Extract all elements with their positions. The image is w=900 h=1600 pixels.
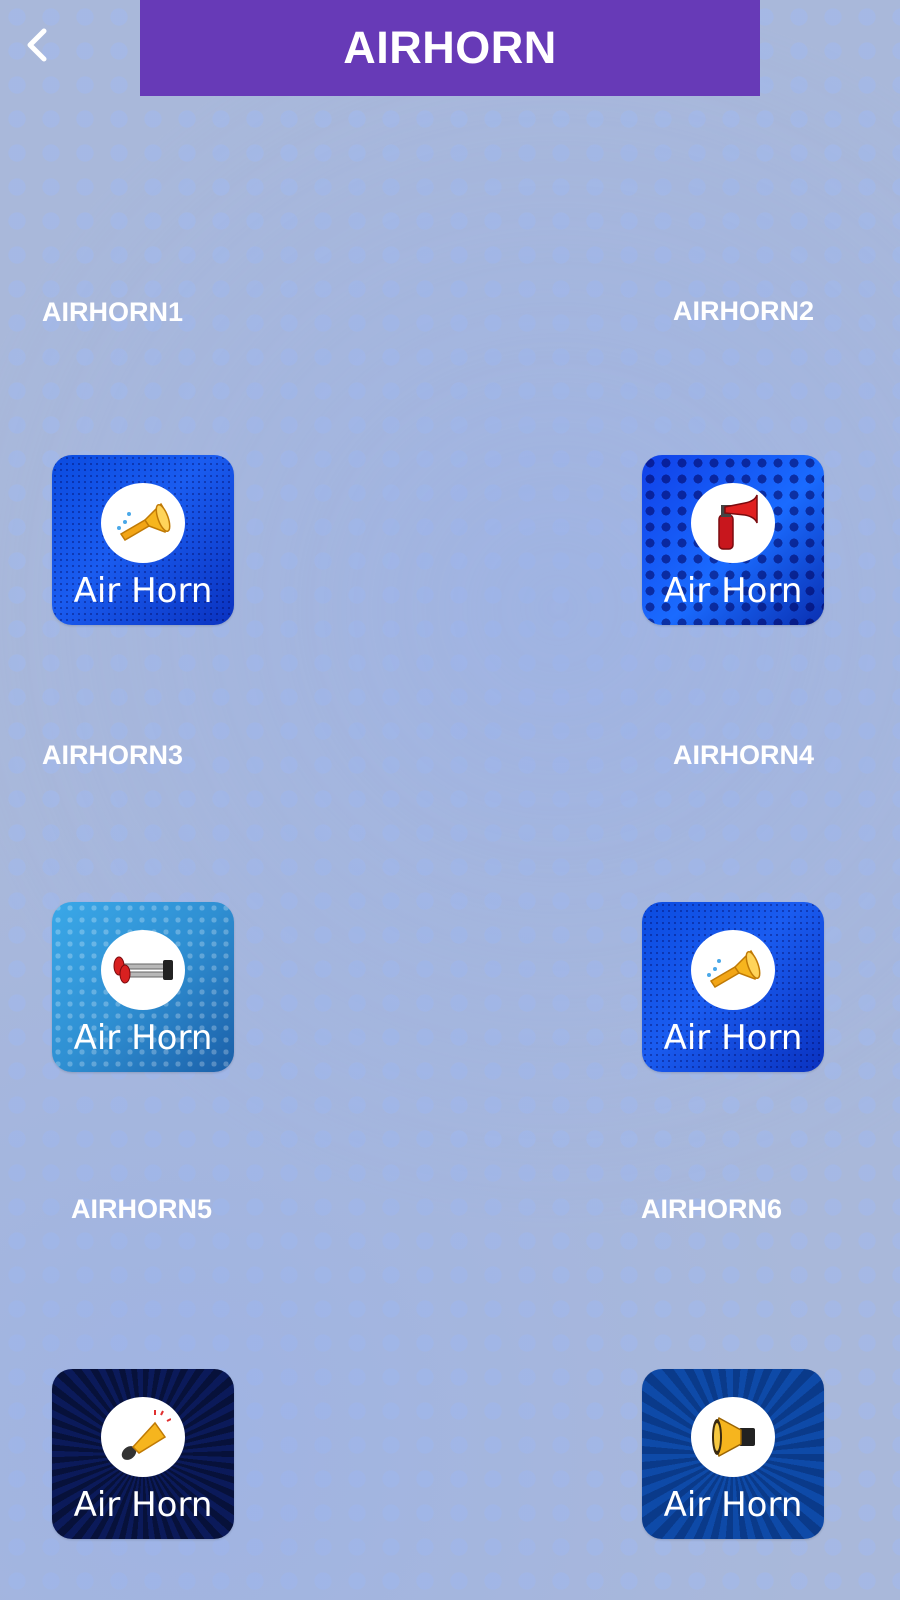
- title-bar: AIRHORN: [140, 0, 760, 96]
- trumpet-horn-icon: [707, 949, 761, 989]
- sound-label-2: AIRHORN2: [673, 296, 815, 326]
- sound-label-1: AIRHORN1: [42, 297, 184, 327]
- background-pattern: [0, 0, 900, 1600]
- icon-circle: [101, 483, 185, 563]
- icon-circle: [691, 483, 775, 563]
- sound-label-3: AIRHORN3: [42, 740, 184, 770]
- icon-circle: [691, 930, 775, 1010]
- airhorn2-button[interactable]: Air Horn: [642, 455, 824, 625]
- sound-label-5: AIRHORN5: [71, 1194, 213, 1224]
- tile-text: Air Horn: [663, 1018, 803, 1058]
- airhorn5-button[interactable]: Air Horn: [52, 1369, 234, 1539]
- red-air-horn-icon: [718, 494, 758, 550]
- loudspeaker-icon: [712, 1416, 755, 1458]
- airhorn3-button[interactable]: Air Horn: [52, 902, 234, 1072]
- trumpet-horn-icon: [117, 502, 171, 542]
- airhorn4-button[interactable]: Air Horn: [642, 902, 824, 1072]
- airhorn1-button[interactable]: Air Horn: [52, 455, 234, 625]
- sound-label-4: AIRHORN4: [673, 740, 815, 770]
- icon-circle: [101, 930, 185, 1010]
- tile-text: Air Horn: [73, 571, 213, 611]
- tile-text: Air Horn: [73, 1018, 213, 1058]
- background-glow: [0, 0, 900, 1600]
- tile-text: Air Horn: [663, 571, 803, 611]
- icon-circle: [691, 1397, 775, 1477]
- tile-text: Air Horn: [73, 1485, 213, 1525]
- tile-text: Air Horn: [663, 1485, 803, 1525]
- sound-label-6: AIRHORN6: [641, 1194, 783, 1224]
- icon-circle: [101, 1397, 185, 1477]
- twin-truck-horn-icon: [113, 956, 173, 984]
- airhorn6-button[interactable]: Air Horn: [642, 1369, 824, 1539]
- megaphone-horn-icon: [121, 1410, 171, 1460]
- chevron-left-icon: [27, 28, 47, 62]
- page-title: AIRHORN: [343, 22, 557, 73]
- back-button[interactable]: [14, 22, 60, 68]
